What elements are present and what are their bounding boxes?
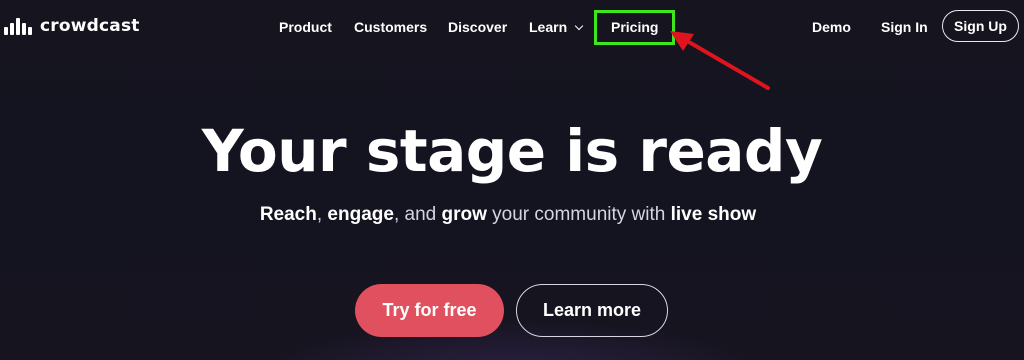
- subtitle-text: your community with: [486, 204, 671, 225]
- red-arrow-icon: [670, 31, 770, 90]
- brand-logo[interactable]: crowdcast: [4, 14, 140, 38]
- chevron-down-icon: [574, 21, 584, 31]
- nav-sign-in[interactable]: Sign In: [881, 18, 928, 36]
- brand-name: crowdcast: [40, 16, 140, 36]
- subtitle-word-reach: Reach: [259, 204, 317, 225]
- equalizer-bars-icon: [4, 17, 34, 35]
- try-for-free-button[interactable]: Try for free: [355, 284, 504, 337]
- page: crowdcast Product Customers Discover Lea…: [0, 0, 1024, 360]
- nav-discover[interactable]: Discover: [448, 18, 507, 36]
- nav-learn-label: Learn: [529, 19, 568, 35]
- nav-learn[interactable]: Learn: [529, 18, 584, 36]
- nav-product[interactable]: Product: [279, 18, 332, 36]
- subtitle-text: ,: [316, 204, 328, 225]
- nav-demo[interactable]: Demo: [812, 18, 851, 36]
- learn-more-button[interactable]: Learn more: [516, 284, 668, 337]
- subtitle-word-engage: engage: [327, 204, 394, 225]
- hero-subtitle: Reach, engage, and grow your community w…: [0, 203, 1016, 227]
- subtitle-word-grow: grow: [441, 204, 487, 225]
- hero-title: Your stage is ready: [201, 117, 823, 185]
- sign-up-button[interactable]: Sign Up: [942, 10, 1019, 42]
- nav-customers[interactable]: Customers: [354, 18, 427, 36]
- subtitle-text: , and: [393, 204, 442, 225]
- subtitle-word-live-show: live show: [670, 204, 757, 225]
